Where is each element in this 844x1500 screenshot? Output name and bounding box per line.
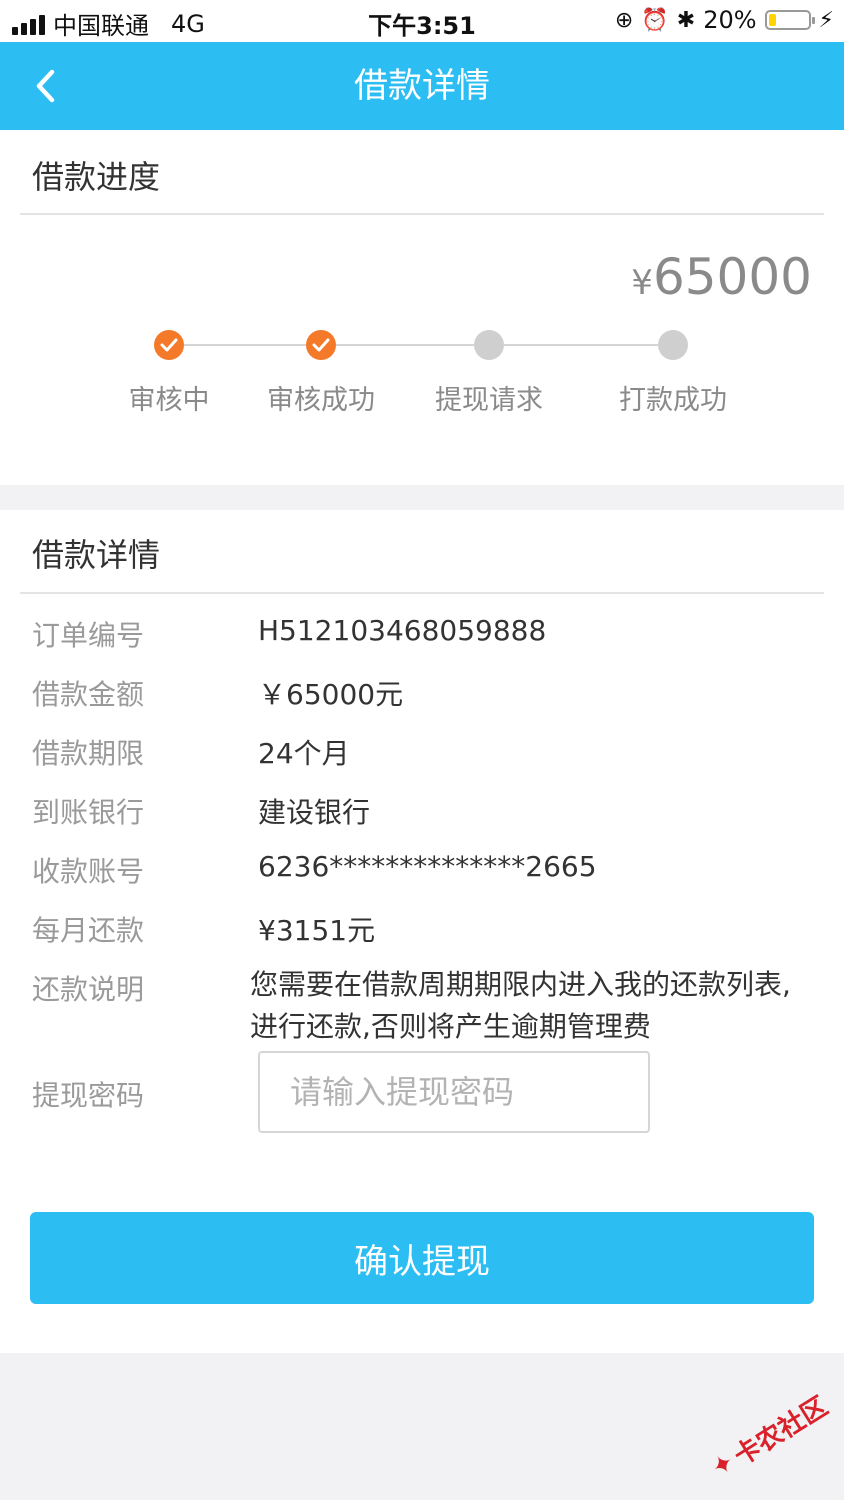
monthly-payment-value: ¥3151元 (258, 914, 376, 947)
order-number-label: 订单编号 (32, 619, 145, 652)
status-bar: 中国联通 4G 下午3:51 ⊕ ⏰ ✱ 20% ⚡ (0, 0, 844, 42)
password-label: 提现密码 (32, 1079, 145, 1112)
details-card: 借款详情 订单编号 H512103468059888 借款金额 ￥65000元 … (0, 510, 844, 1353)
loan-amount-value: ￥65000元 (258, 678, 404, 711)
progress-connector (336, 344, 474, 346)
progress-section-title: 借款进度 (32, 158, 161, 196)
battery-fill (768, 14, 777, 26)
step-dot-1 (154, 330, 184, 360)
account-value: 6236**************2665 (258, 850, 597, 883)
divider (20, 213, 824, 215)
watermark-logo: ✦ 卡农社区 (704, 1386, 834, 1486)
withdraw-password-input[interactable] (258, 1051, 650, 1133)
bank-label: 到账银行 (32, 796, 145, 829)
step-dot-4 (658, 330, 688, 360)
orientation-lock-icon: ⊕ (614, 7, 634, 33)
loan-term-value: 24个月 (258, 737, 350, 770)
progress-card: 借款进度 ¥65000 审核中 审核成功 提现请求 打款成功 (0, 130, 844, 485)
loan-amount: ¥65000 (631, 248, 812, 306)
details-section-title: 借款详情 (32, 536, 161, 574)
charging-icon: ⚡ (818, 7, 834, 33)
repayment-note-label: 还款说明 (32, 973, 145, 1006)
check-icon (160, 338, 178, 352)
progress-connector (504, 344, 658, 346)
monthly-payment-label: 每月还款 (32, 914, 145, 947)
step-label: 打款成功 (619, 385, 727, 416)
nav-bar: 借款详情 (0, 42, 844, 130)
page-title: 借款详情 (354, 66, 490, 106)
amount-value: 65000 (652, 248, 812, 306)
battery-icon (764, 10, 815, 30)
bank-value: 建设银行 (258, 796, 371, 829)
watermark-text: 卡农社区 (729, 1391, 834, 1473)
loan-term-label: 借款期限 (32, 737, 145, 770)
check-icon (312, 338, 330, 352)
account-label: 收款账号 (32, 855, 145, 888)
confirm-withdraw-button[interactable]: 确认提现 (30, 1212, 814, 1304)
step-label: 提现请求 (435, 385, 543, 416)
repayment-note-text: 您需要在借款周期期限内进入我的还款列表,进行还款,否则将产生逾期管理费 (250, 968, 791, 1043)
step-dot-3 (474, 330, 504, 360)
order-number-value: H512103468059888 (258, 614, 547, 647)
progress-connector (184, 344, 306, 346)
battery-percent: 20% (703, 6, 757, 34)
bluetooth-icon: ✱ (676, 7, 696, 33)
loan-amount-label: 借款金额 (32, 678, 145, 711)
currency-symbol: ¥ (631, 263, 653, 303)
alarm-icon: ⏰ (641, 7, 669, 33)
divider (20, 592, 824, 594)
step-dot-2 (306, 330, 336, 360)
status-bar-right: ⊕ ⏰ ✱ 20% ⚡ (615, 6, 834, 34)
